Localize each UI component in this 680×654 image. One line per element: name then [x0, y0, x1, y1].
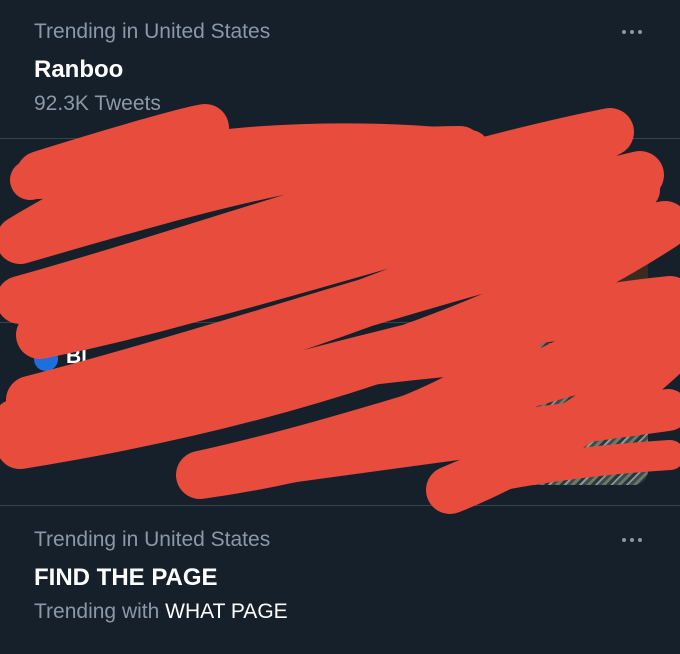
news-card[interactable]: [0, 139, 680, 323]
more-horizontal-icon[interactable]: [620, 27, 644, 37]
trending-with-term[interactable]: WHAT PAGE: [165, 600, 288, 623]
card-thumbnail: [576, 161, 648, 301]
trend-title: FIND THE PAGE: [34, 564, 218, 591]
trend-title: Ranboo: [34, 56, 124, 83]
trend-item[interactable]: Trending in United States FIND THE PAGE …: [0, 506, 680, 654]
more-horizontal-icon[interactable]: [620, 535, 644, 545]
avatar: [34, 347, 58, 371]
card-thumbnail: [506, 343, 648, 485]
trend-trending-with: Trending with WHAT PAGE: [34, 600, 288, 624]
trend-context: Trending in United States: [34, 20, 271, 43]
avatar: [34, 159, 60, 185]
trend-tweet-count: 92.3K Tweets: [34, 92, 161, 115]
news-card[interactable]: Bl: [0, 323, 680, 506]
trend-context: Trending in United States: [34, 528, 271, 551]
card-source-partial: Bl: [66, 345, 87, 368]
trend-item[interactable]: Trending in United States Ranboo 92.3K T…: [0, 0, 680, 139]
trending-with-prefix: Trending with: [34, 600, 160, 623]
